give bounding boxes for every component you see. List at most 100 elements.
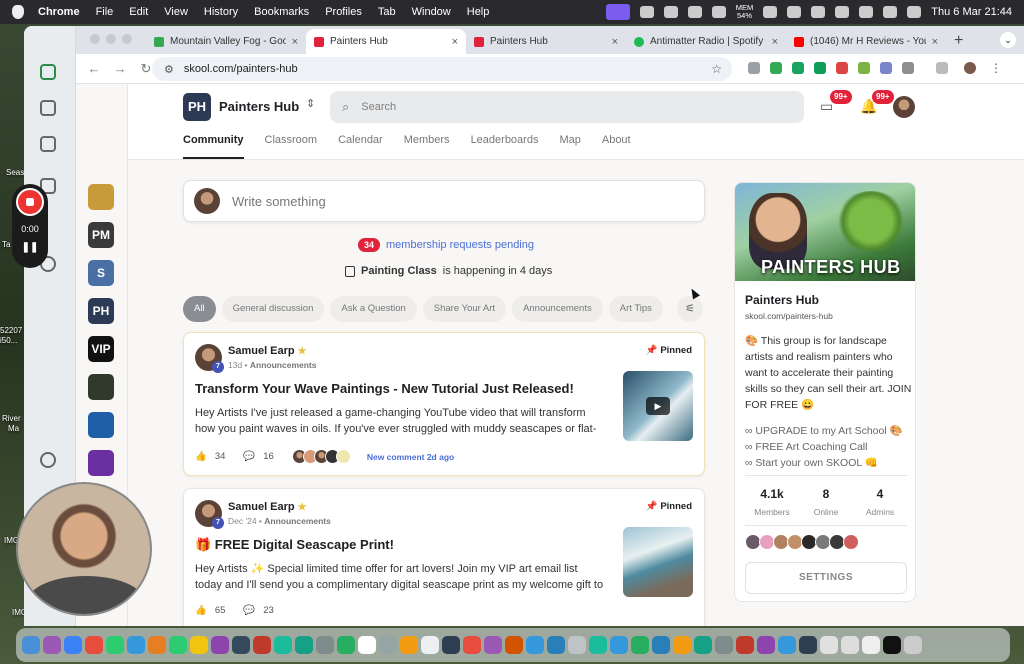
extension-icon[interactable] — [748, 62, 760, 74]
messages-icon[interactable] — [106, 636, 124, 654]
menubar-file[interactable]: File — [96, 6, 114, 18]
link-start-skool[interactable]: ∞ Start your own SKOOL 👊 — [745, 455, 903, 471]
bookmark-star-icon[interactable]: ☆ — [711, 62, 722, 76]
user-avatar[interactable] — [893, 96, 915, 118]
podcasts-icon[interactable] — [484, 636, 502, 654]
group-icon-mountain[interactable] — [88, 374, 114, 400]
safari-icon[interactable] — [64, 636, 82, 654]
phone-icon[interactable] — [40, 100, 56, 116]
menubar-profiles[interactable]: Profiles — [325, 6, 362, 18]
chip-all[interactable]: All — [183, 296, 216, 322]
extension-icon[interactable] — [858, 62, 870, 74]
group-icon-vip[interactable]: VIP — [88, 336, 114, 362]
numbers-icon[interactable] — [631, 636, 649, 654]
back-button[interactable]: ← — [84, 61, 104, 76]
menubar-view[interactable]: View — [164, 6, 188, 18]
stat-admins[interactable]: 4 Admins — [853, 487, 907, 517]
nav-tab-calendar[interactable]: Calendar — [338, 134, 383, 159]
document-icon[interactable] — [862, 636, 880, 654]
nav-tab-members[interactable]: Members — [404, 134, 450, 159]
group-name[interactable]: Painters Hub — [219, 99, 299, 114]
menubar-bookmarks[interactable]: Bookmarks — [254, 6, 309, 18]
extension-icon[interactable] — [814, 62, 826, 74]
post-image-thumbnail[interactable] — [623, 527, 693, 597]
comment-icon[interactable]: 💬 — [243, 451, 255, 462]
stat-online[interactable]: 8 Online — [799, 487, 853, 517]
app-icon[interactable] — [589, 636, 607, 654]
group-icon-purple[interactable] — [88, 450, 114, 476]
notes-icon[interactable] — [400, 636, 418, 654]
app-icon[interactable] — [211, 636, 229, 654]
like-icon[interactable]: 👍 — [195, 451, 207, 462]
extension-icon[interactable] — [880, 62, 892, 74]
chat-icon[interactable] — [40, 64, 56, 80]
extension-icon[interactable] — [770, 62, 782, 74]
write-something-box[interactable]: Write something — [183, 180, 705, 222]
profile-avatar-icon[interactable] — [964, 62, 976, 74]
music-icon[interactable] — [463, 636, 481, 654]
menubar-edit[interactable]: Edit — [129, 6, 148, 18]
chip-announcements[interactable]: Announcements — [512, 296, 603, 322]
close-window-button[interactable] — [90, 34, 100, 44]
app-icon[interactable] — [568, 636, 586, 654]
app-icon[interactable] — [379, 636, 397, 654]
screen-record-icon[interactable] — [605, 4, 630, 20]
chip-general-discussion[interactable]: General discussion — [221, 296, 325, 322]
app-icon[interactable] — [316, 636, 334, 654]
time-machine-icon[interactable] — [787, 6, 802, 18]
extension-icon[interactable] — [836, 62, 848, 74]
desktop-file-label[interactable]: Seas — [6, 168, 24, 177]
forward-button[interactable]: → — [110, 61, 130, 76]
group-icon-s[interactable]: S — [88, 260, 114, 286]
play-icon[interactable] — [763, 6, 778, 18]
desktop-file-label[interactable]: River — [2, 414, 21, 423]
menubar-app-name[interactable]: Chrome — [38, 6, 80, 18]
vpn-icon[interactable] — [687, 6, 702, 18]
group-switch-chevron-icon[interactable]: ⇕ — [306, 97, 315, 110]
pending-requests-link[interactable]: 34 membership requests pending — [358, 238, 534, 252]
stat-members[interactable]: 4.1k Members — [745, 487, 799, 517]
tab-painters-hub[interactable]: Painters Hub × — [466, 29, 626, 54]
event-name[interactable]: Painting Class — [361, 265, 437, 277]
chip-share-your-art[interactable]: Share Your Art — [422, 296, 507, 322]
camera-icon[interactable] — [40, 136, 56, 152]
menubar-history[interactable]: History — [204, 6, 238, 18]
close-tab-icon[interactable]: × — [292, 36, 298, 48]
app-icon[interactable] — [526, 636, 544, 654]
tab-search-chevron-icon[interactable]: ⌄ — [1000, 32, 1016, 48]
close-tab-icon[interactable]: × — [772, 36, 778, 48]
minimize-window-button[interactable] — [106, 34, 116, 44]
puzzle-extensions-icon[interactable] — [902, 62, 914, 74]
link-free-coaching[interactable]: ∞ FREE Art Coaching Call — [745, 439, 903, 455]
photos-icon[interactable] — [148, 636, 166, 654]
tab-spotify[interactable]: Antimatter Radio | Spotify Pla × — [626, 29, 786, 54]
nav-tab-about[interactable]: About — [602, 134, 631, 159]
site-info-icon[interactable]: ⚙ — [164, 63, 174, 76]
post-title[interactable]: 🎁 FREE Digital Seascape Print! — [195, 537, 394, 553]
facetime-icon[interactable] — [169, 636, 187, 654]
post-card[interactable]: 7 Samuel Earp ★ Dec '24 • Announcements 📌… — [183, 488, 705, 626]
group-logo[interactable]: PH — [183, 93, 211, 121]
chrome-menu-icon[interactable]: ⋮ — [990, 62, 1002, 74]
tab-mountain-valley-fog[interactable]: Mountain Valley Fog - Google × — [146, 29, 306, 54]
group-icon-pm[interactable]: PM — [88, 222, 114, 248]
tab-painters-hub-active[interactable]: Painters Hub × — [306, 29, 466, 54]
wifi-icon[interactable] — [835, 6, 850, 18]
nav-tab-community[interactable]: Community — [183, 134, 244, 159]
group-icon-ph[interactable]: PH — [88, 298, 114, 324]
app-icon[interactable] — [778, 636, 796, 654]
app-store-icon[interactable] — [610, 636, 628, 654]
app-icon[interactable] — [337, 636, 355, 654]
apple-menu-icon[interactable] — [12, 5, 24, 19]
siri-icon[interactable] — [907, 6, 922, 18]
post-author[interactable]: Samuel Earp — [228, 345, 295, 357]
document-icon[interactable] — [820, 636, 838, 654]
document-icon[interactable] — [841, 636, 859, 654]
desktop-file-label[interactable]: i50... — [0, 336, 17, 345]
document-icon[interactable] — [883, 636, 901, 654]
desktop-file-label[interactable]: 52207 — [0, 326, 22, 335]
calendar-app-icon[interactable] — [358, 636, 376, 654]
app-icon[interactable] — [694, 636, 712, 654]
new-comment-label[interactable]: New comment 2d ago — [367, 452, 454, 462]
member-avatar[interactable] — [843, 534, 859, 550]
